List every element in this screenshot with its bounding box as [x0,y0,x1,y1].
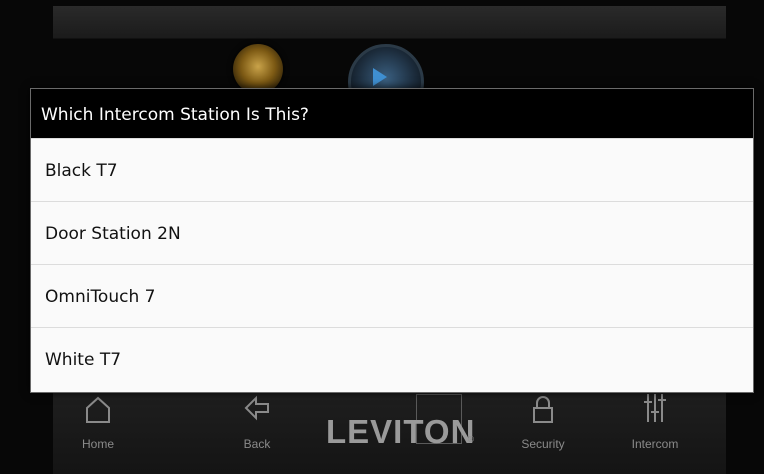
leviton-logo: LEVITON [326,413,476,450]
nav-intercom-label: Intercom [631,437,679,451]
station-option-omnitouch-7[interactable]: OmniTouch 7 [31,264,753,327]
station-option-white-t7[interactable]: White T7 [31,327,753,390]
play-icon [373,68,387,86]
station-option-black-t7[interactable]: Black T7 [31,138,753,201]
lock-icon [533,396,553,423]
intercom-station-dialog: Which Intercom Station Is This? Black T7… [30,88,754,393]
top-bar [53,6,726,39]
home-icon [86,396,110,423]
dialog-title: Which Intercom Station Is This? [31,89,753,138]
nav-home-label: Home [81,437,114,451]
back-arrow-icon [244,395,269,421]
registered-mark: ® [467,435,475,444]
sliders-icon [644,394,666,422]
light-button[interactable] [233,44,283,94]
nav-back-label: Back [243,437,271,451]
station-option-door-station-2n[interactable]: Door Station 2N [31,201,753,264]
nav-security-label: Security [521,437,565,451]
